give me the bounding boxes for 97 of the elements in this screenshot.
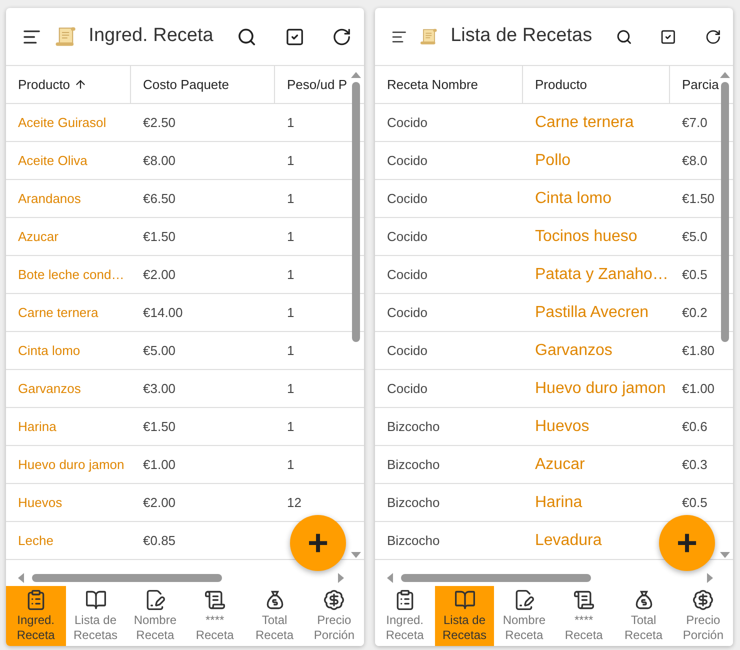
table-cell-text: Bizcocho [387, 494, 440, 512]
table-cell-text: €14.00 [143, 304, 183, 322]
scroll-icon [54, 24, 77, 48]
table-cell-text: €1.00 [143, 456, 176, 474]
table-cell-text: 1 [287, 114, 294, 132]
vertical-scrollbar[interactable] [351, 72, 360, 558]
table-cell-text: Cocido [387, 304, 428, 322]
table-cell-text: Levadura [535, 530, 602, 550]
table-cell-text: Aceite Guirasol [18, 114, 106, 132]
table-cell-text: €2.50 [143, 114, 176, 132]
column-header[interactable]: Parcia [670, 66, 730, 103]
table-cell-text: €5.0 [682, 228, 708, 246]
table-cell-text: Cocido [387, 152, 428, 170]
table-cell-text: €0.3 [682, 456, 708, 474]
table-cell-text: €0.6 [682, 418, 708, 436]
table-cell-text: €7.0 [682, 114, 708, 132]
nav-tab[interactable]: Ingred. Receta [375, 586, 435, 646]
table-cell-text: Garvanzos [535, 340, 612, 360]
column-header[interactable]: Producto [523, 66, 670, 103]
table-cell-text: €5.00 [143, 342, 176, 360]
table-cell-text: 1 [287, 266, 294, 284]
table-cell-text: Pastilla Avecren [535, 302, 649, 322]
table-cell-text: Azucar [18, 228, 58, 246]
table-cell-text: 1 [287, 456, 294, 474]
table-cell-text: €0.2 [682, 304, 708, 322]
table-cell-text: Carne ternera [535, 112, 634, 132]
table-cell-text: Cinta lomo [18, 342, 80, 360]
column-header[interactable]: Costo Paquete [131, 66, 275, 103]
table-cell-text: Huevos [18, 494, 62, 512]
table-cell-text: €2.00 [143, 494, 176, 512]
table-cell-text: Cocido [387, 190, 428, 208]
table-cell-text: Aceite Oliva [18, 152, 88, 170]
table-cell-text: Cocido [387, 342, 428, 360]
table-cell-text: Bizcocho [387, 418, 440, 436]
table-cell-text: €6.50 [143, 190, 176, 208]
add-button[interactable]: + [290, 515, 346, 571]
table-cell-text: 1 [287, 418, 294, 436]
table-cell-text: Azucar [535, 454, 585, 474]
column-header[interactable]: Peso/ud P [275, 66, 364, 103]
table-cell-text: €1.80 [682, 342, 715, 360]
book-icon [454, 589, 476, 611]
table-cell-text: Cocido [387, 266, 428, 284]
table-cell-text: 1 [287, 152, 294, 170]
table-cell-text: Cocido [387, 114, 428, 132]
table-cell-text: Leche [18, 532, 54, 550]
column-header[interactable]: Producto [6, 66, 131, 103]
sort-arrow-icon [74, 78, 88, 91]
table-cell-text: Cinta lomo [535, 188, 612, 208]
table-cell-text: €0.85 [143, 532, 176, 550]
table-cell-text: Garvanzos [18, 380, 81, 398]
table-cell-text: €1.50 [143, 418, 176, 436]
table-cell-text: Carne ternera [18, 304, 98, 322]
table-cell-text: €8.00 [143, 152, 176, 170]
table-cell-text: Tocinos hueso [535, 226, 638, 246]
table-cell-text: 1 [287, 380, 294, 398]
nav-tab[interactable]: Lista de Recetas [434, 586, 494, 646]
table-cell-text: €0.5 [682, 494, 708, 512]
table-cell-text: 1 [287, 342, 294, 360]
table-cell-text: Cocido [387, 380, 428, 398]
table-cell-text: Huevo duro jamon [18, 456, 124, 474]
document-pen-icon [513, 589, 536, 611]
table-cell-text: €1.00 [682, 380, 715, 398]
screen-title: Ingred. Receta [88, 24, 214, 48]
table-cell-text: Pollo [535, 150, 571, 170]
column-header[interactable]: Receta Nombre [375, 66, 523, 103]
scroll-icon [572, 589, 595, 611]
table-cell-text: Huevo duro jamon [535, 378, 666, 398]
book-icon [84, 589, 106, 611]
table-cell-text: €8.0 [682, 152, 708, 170]
nav-tab[interactable]: Ingred. Receta [6, 586, 66, 646]
document-pen-icon [144, 589, 166, 611]
nav-tab[interactable]: Precio Porción [673, 586, 733, 646]
table-cell-text: Cocido [387, 228, 428, 246]
add-button[interactable]: + [659, 515, 715, 571]
table-cell-text: 12 [287, 494, 302, 512]
table-cell-text: Bote leche cond… [18, 266, 124, 284]
table-cell-text: €3.00 [143, 380, 176, 398]
screen-title: Lista de Recetas [450, 24, 592, 48]
table-cell-text: €1.50 [143, 228, 176, 246]
scroll-icon [204, 589, 226, 611]
dollar-badge-icon [323, 589, 346, 611]
table-cell-text: 1 [287, 304, 294, 322]
vertical-scrollbar[interactable] [720, 72, 729, 558]
table-cell-text: €0.5 [682, 266, 708, 284]
table-cell-text: 1 [287, 190, 294, 208]
table-cell-text: Arandanos [18, 190, 81, 208]
table-cell-text: Harina [18, 418, 56, 436]
table-cell-text: Bizcocho [387, 456, 440, 474]
table-cell-text: €2.00 [143, 266, 176, 284]
table-cell-text: Harina [535, 492, 582, 512]
table-cell-text: Patata y Zanaho… [535, 264, 668, 284]
table-cell-text: Bizcocho [387, 532, 440, 550]
table-cell-text: Huevos [535, 416, 590, 436]
table-cell-text: €1.50 [682, 190, 715, 208]
dollar-badge-icon [692, 589, 714, 611]
nav-tab[interactable]: Precio Porción [304, 586, 364, 646]
table-cell-text: 1 [287, 228, 294, 246]
